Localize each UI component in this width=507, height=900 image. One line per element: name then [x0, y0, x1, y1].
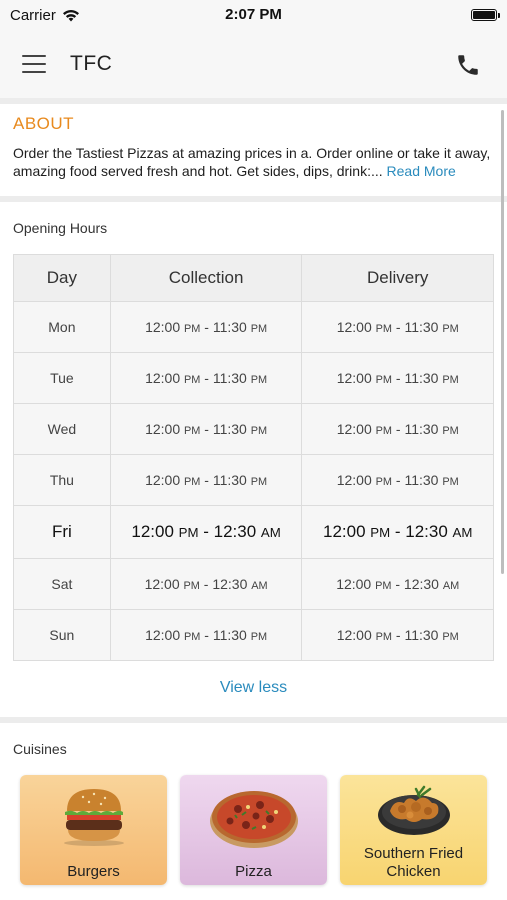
- cell-delivery: 12:00 PM - 12:30 AM: [301, 505, 494, 559]
- cuisine-list: Burgers Pizza Southern Fried Chicken: [13, 757, 494, 885]
- table-row: Sat 12:00 PM - 12:30 AM 12:00 PM - 12:30 A…: [13, 558, 494, 610]
- cuisine-label: Burgers: [67, 863, 120, 880]
- cell-collection: 12:00 PM - 11:30 PM: [109, 454, 303, 506]
- status-bar: Carrier 2:07 PM: [0, 0, 507, 30]
- header-day: Day: [13, 254, 111, 302]
- cell-delivery: 12:00 PM - 12:30 AM: [301, 558, 494, 610]
- table-row: Thu 12:00 PM - 11:30 PM 12:00 PM - 11:30 P…: [13, 454, 494, 506]
- cell-delivery: 12:00 PM - 11:30 PM: [301, 609, 494, 661]
- cell-collection: 12:00 PM - 11:30 PM: [109, 352, 303, 404]
- cell-collection: 12:00 PM - 12:30 AM: [109, 505, 303, 559]
- cell-day: Sun: [13, 609, 111, 661]
- cuisines-label: Cuisines: [13, 741, 67, 757]
- status-left: Carrier: [10, 7, 80, 24]
- cell-day: Wed: [13, 403, 111, 455]
- view-less-link[interactable]: View less: [13, 661, 494, 717]
- cell-delivery: 12:00 PM - 11:30 PM: [301, 403, 494, 455]
- cuisine-card-burgers[interactable]: Burgers: [20, 775, 167, 885]
- cuisine-card-pizza[interactable]: Pizza: [180, 775, 327, 885]
- cell-delivery: 12:00 PM - 11:30 PM: [301, 454, 494, 506]
- pizza-icon: [209, 791, 298, 848]
- cuisine-label: Southern Fried Chicken: [363, 845, 464, 880]
- about-text: Order the Tastiest Pizzas at amazing pri…: [13, 144, 494, 180]
- about-section: ABOUT Order the Tastiest Pizzas at amazi…: [0, 104, 507, 196]
- opening-hours-section: Opening Hours Day Collection Delivery Mo…: [0, 202, 507, 717]
- table-row: Sun 12:00 PM - 11:30 PM 12:00 PM - 11:30 P…: [13, 609, 494, 661]
- cell-collection: 12:00 PM - 11:30 PM: [109, 609, 303, 661]
- scrollbar[interactable]: [501, 110, 504, 574]
- cell-collection: 12:00 PM - 11:30 PM: [109, 403, 303, 455]
- phone-icon[interactable]: [455, 52, 481, 78]
- cell-day: Fri: [13, 505, 111, 559]
- about-title: ABOUT: [13, 114, 75, 133]
- cell-day: Sat: [13, 558, 111, 610]
- cuisine-label: Pizza: [235, 863, 272, 880]
- cuisines-section: Cuisines Burgers Pizza Southern Fried Ch…: [0, 723, 507, 885]
- header-delivery: Delivery: [301, 254, 494, 302]
- cell-delivery: 12:00 PM - 11:30 PM: [301, 301, 494, 353]
- burger-icon: [63, 789, 124, 846]
- cell-day: Tue: [13, 352, 111, 404]
- cell-delivery: 12:00 PM - 11:30 PM: [301, 352, 494, 404]
- cell-day: Mon: [13, 301, 111, 353]
- nav-bar: TFC: [0, 30, 507, 98]
- table-row: Tue 12:00 PM - 11:30 PM 12:00 PM - 11:30 P…: [13, 352, 494, 404]
- battery-icon: [471, 9, 500, 21]
- cell-collection: 12:00 PM - 12:30 AM: [109, 558, 303, 610]
- table-row: Fri 12:00 PM - 12:30 AM 12:00 PM - 12:30 A…: [13, 505, 494, 559]
- table-row: Mon 12:00 PM - 11:30 PM 12:00 PM - 11:30 P…: [13, 301, 494, 353]
- read-more-link[interactable]: Read More: [387, 163, 456, 179]
- hamburger-menu-icon[interactable]: [22, 55, 46, 73]
- cuisine-card-southern-fried-chicken[interactable]: Southern Fried Chicken: [340, 775, 487, 885]
- cell-day: Thu: [13, 454, 111, 506]
- status-time: 2:07 PM: [225, 6, 282, 23]
- cell-collection: 12:00 PM - 11:30 PM: [109, 301, 303, 353]
- opening-hours-table: Day Collection Delivery Mon 12:00 PM - 11…: [13, 254, 494, 661]
- fried-chicken-icon: [377, 785, 450, 835]
- header-collection: Collection: [109, 254, 303, 302]
- table-row: Wed 12:00 PM - 11:30 PM 12:00 PM - 11:30 P…: [13, 403, 494, 455]
- table-header-row: Day Collection Delivery: [13, 254, 494, 302]
- opening-hours-label: Opening Hours: [13, 220, 108, 236]
- wifi-icon: [62, 9, 79, 21]
- carrier-label: Carrier: [10, 6, 56, 24]
- page-title: TFC: [70, 52, 113, 75]
